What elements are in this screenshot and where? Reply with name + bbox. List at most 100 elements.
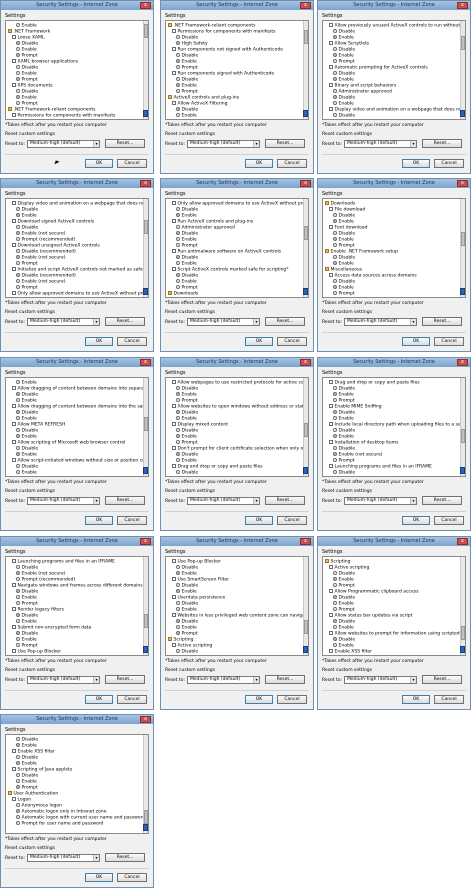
tree-option[interactable]: Prompt: [176, 440, 198, 446]
radio-button[interactable]: [16, 619, 20, 623]
tree-option[interactable]: Enable: [16, 398, 37, 404]
tree-scrollbar[interactable]: [303, 557, 308, 655]
tree-option[interactable]: Disable: [176, 565, 198, 571]
tree-option[interactable]: Disable: [16, 410, 38, 416]
tree-option[interactable]: Enable: [333, 237, 354, 243]
tree-option[interactable]: Enable (not secure): [16, 571, 66, 577]
radio-button[interactable]: [16, 821, 20, 825]
radio-button[interactable]: [16, 231, 20, 235]
close-button[interactable]: x: [300, 538, 311, 545]
tree-option[interactable]: Enable: [333, 35, 354, 41]
radio-button[interactable]: [333, 434, 337, 438]
radio-button[interactable]: [16, 737, 20, 741]
tree-option[interactable]: Enable: [16, 452, 37, 458]
tree-option[interactable]: Disable: [333, 113, 355, 119]
tree-option[interactable]: Enable: [333, 577, 354, 583]
radio-button[interactable]: [176, 410, 180, 414]
chevron-down-icon[interactable]: ▾: [410, 498, 416, 504]
radio-button[interactable]: [333, 410, 337, 414]
tree-option[interactable]: Prompt: [333, 59, 355, 65]
radio-button[interactable]: [16, 815, 20, 819]
tree-option[interactable]: Enable: [176, 392, 197, 398]
radio-button[interactable]: [333, 71, 337, 75]
tree-option[interactable]: Disable: [16, 428, 38, 434]
tree-option[interactable]: Enable: [333, 101, 354, 107]
tree-option[interactable]: Prompt: [333, 243, 355, 249]
tree-option[interactable]: Disable: [333, 386, 355, 392]
radio-button[interactable]: [16, 595, 20, 599]
cancel-button[interactable]: Cancel: [434, 337, 464, 346]
tree-option[interactable]: Enable: [333, 261, 354, 267]
tree-scrollbar[interactable]: [303, 21, 308, 119]
radio-button[interactable]: [333, 452, 337, 456]
radio-button[interactable]: [176, 631, 180, 635]
radio-button[interactable]: [333, 643, 337, 647]
radio-button[interactable]: [16, 470, 20, 474]
cancel-button[interactable]: Cancel: [277, 159, 307, 168]
tree-option[interactable]: Disable: [333, 410, 355, 416]
tree-option[interactable]: Disable (recommended): [16, 249, 76, 255]
close-button[interactable]: x: [300, 180, 311, 187]
radio-button[interactable]: [16, 809, 20, 813]
tree-option[interactable]: Enable: [333, 285, 354, 291]
tree-option[interactable]: Prompt: [16, 101, 38, 107]
tree-option[interactable]: Enable: [16, 71, 37, 77]
radio-button[interactable]: [333, 595, 337, 599]
radio-button[interactable]: [16, 464, 20, 468]
scrollbar-thumb[interactable]: [461, 232, 465, 246]
tree-option[interactable]: Enable: [333, 77, 354, 83]
tree-option[interactable]: Disable: [333, 446, 355, 452]
radio-button[interactable]: [333, 243, 337, 247]
radio-button[interactable]: [333, 77, 337, 81]
tree-option[interactable]: Disable: [176, 35, 198, 41]
tree-option[interactable]: Enable: [176, 416, 197, 422]
tree-scrollbar[interactable]: [460, 378, 465, 476]
radio-button[interactable]: [333, 219, 337, 223]
tree-option[interactable]: Enable: [16, 619, 37, 625]
tree-option[interactable]: Enable: [176, 261, 197, 267]
ok-button[interactable]: OK: [85, 695, 113, 704]
tree-option[interactable]: Disable: [176, 231, 198, 237]
radio-button[interactable]: [176, 565, 180, 569]
radio-button[interactable]: [16, 446, 20, 450]
radio-button[interactable]: [176, 285, 180, 289]
radio-button[interactable]: [16, 773, 20, 777]
radio-button[interactable]: [333, 29, 337, 33]
tree-option[interactable]: Prompt (recommended): [16, 237, 75, 243]
radio-button[interactable]: [333, 89, 337, 93]
tree-option[interactable]: Disable: [176, 470, 198, 476]
ok-button[interactable]: OK: [245, 695, 273, 704]
radio-button[interactable]: [176, 243, 180, 247]
reset-level-select[interactable]: Medium-high (default) ▾: [187, 497, 260, 505]
tree-option[interactable]: Prompt: [333, 398, 355, 404]
tree-option[interactable]: Enable: [176, 83, 197, 89]
chevron-down-icon[interactable]: ▾: [93, 319, 99, 325]
radio-button[interactable]: [16, 589, 20, 593]
radio-button[interactable]: [176, 41, 180, 45]
radio-button[interactable]: [16, 643, 20, 647]
radio-button[interactable]: [176, 261, 180, 265]
tree-option[interactable]: Enable: [333, 625, 354, 631]
radio-button[interactable]: [333, 392, 337, 396]
tree-option[interactable]: Enable: [176, 607, 197, 613]
chevron-down-icon[interactable]: ▾: [410, 141, 416, 147]
tree-option[interactable]: Disable: [176, 53, 198, 59]
radio-button[interactable]: [333, 398, 337, 402]
radio-button[interactable]: [176, 207, 180, 211]
tree-option[interactable]: Prompt (recommended): [16, 577, 75, 583]
radio-button[interactable]: [16, 637, 20, 641]
scrollbar-thumb[interactable]: [461, 626, 465, 640]
chevron-down-icon[interactable]: ▾: [253, 677, 259, 683]
tree-option[interactable]: Enable: [333, 643, 354, 649]
tree-option[interactable]: Enable: [176, 458, 197, 464]
tree-option[interactable]: Enable: [333, 53, 354, 59]
chevron-down-icon[interactable]: ▾: [253, 319, 259, 325]
tree-scrollbar[interactable]: [303, 378, 308, 476]
settings-tree[interactable]: .NET Framework-reliant components Permiss…: [165, 20, 309, 120]
radio-button[interactable]: [176, 237, 180, 241]
scrollbar-thumb[interactable]: [144, 614, 148, 628]
chevron-down-icon[interactable]: ▾: [93, 498, 99, 504]
tree-option[interactable]: Enable: [16, 761, 37, 767]
tree-option[interactable]: Enable: [16, 213, 37, 219]
tree-option[interactable]: Disable: [16, 41, 38, 47]
